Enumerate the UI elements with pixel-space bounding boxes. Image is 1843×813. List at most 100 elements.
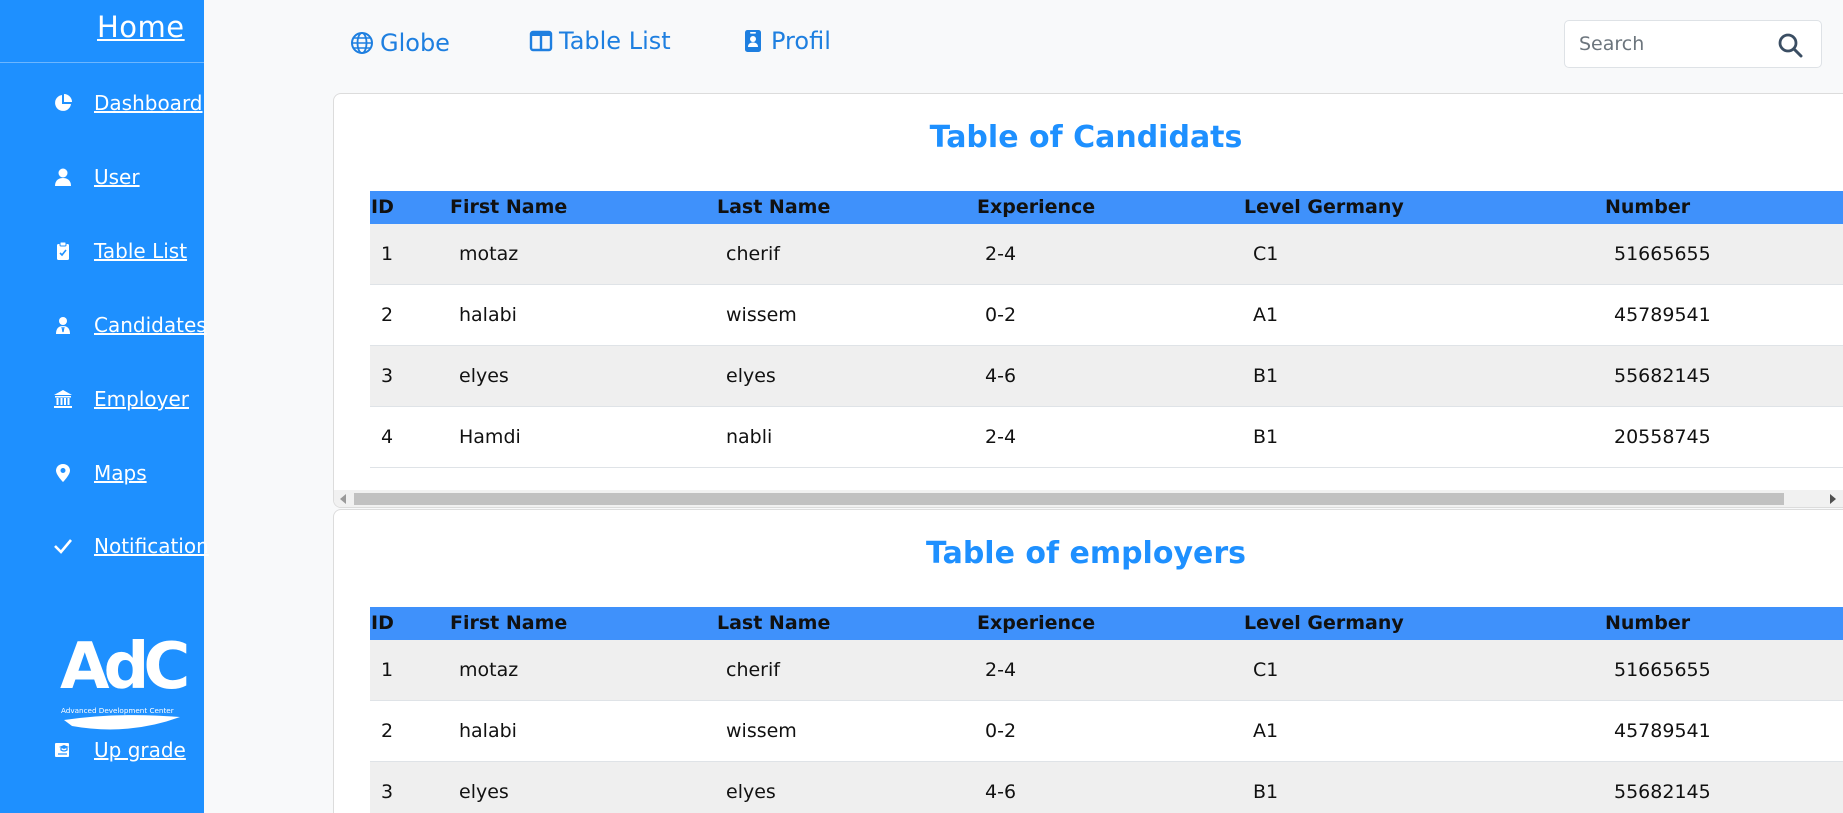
cell-last-name: cherif: [726, 243, 780, 265]
cell-first-name: Hamdi: [459, 426, 521, 448]
cell-id: 4: [381, 426, 394, 448]
table-header: ID First Name Last Name Experience Level…: [370, 191, 1843, 224]
sidebar-item-label: Table List: [94, 239, 188, 263]
candidates-table-title: Table of Candidats: [929, 120, 1243, 155]
cell-last-name: elyes: [726, 365, 776, 387]
table-row: 1 motaz cherif 2-4 C1 51665655: [370, 640, 1843, 701]
scroll-left-arrow-icon[interactable]: [340, 494, 346, 504]
cell-last-name: wissem: [726, 720, 797, 742]
candidates-table: ID First Name Last Name Experience Level…: [370, 191, 1843, 468]
cell-number: 55682145: [1614, 365, 1711, 387]
cell-number: 51665655: [1614, 659, 1711, 681]
cell-experience: 4-6: [985, 781, 1017, 803]
sidebar-item-label: Maps: [94, 461, 147, 485]
cell-id: 1: [381, 659, 394, 681]
cell-last-name: nabli: [726, 426, 773, 448]
search-input[interactable]: [1565, 33, 1765, 55]
cell-id: 2: [381, 304, 394, 326]
employers-card: Table of employers ID First Name Last Na…: [333, 509, 1843, 813]
sidebar-item-label: Employer: [94, 387, 189, 411]
cell-first-name: elyes: [459, 365, 509, 387]
table-icon: [529, 30, 553, 52]
topbar-profil[interactable]: Profil: [741, 27, 831, 55]
column-header-first-name: First Name: [450, 612, 568, 634]
column-header-id: ID: [371, 196, 394, 218]
cell-last-name: cherif: [726, 659, 780, 681]
cell-id: 3: [381, 781, 394, 803]
column-header-first-name: First Name: [450, 196, 568, 218]
cell-experience: 0-2: [985, 304, 1017, 326]
badge-icon: [745, 30, 761, 52]
cell-number: 45789541: [1614, 304, 1711, 326]
table-row: 1 motaz cherif 2-4 C1 51665655: [370, 224, 1843, 285]
cell-first-name: halabi: [459, 720, 517, 742]
users-icon: [52, 314, 74, 336]
user-icon: [52, 166, 74, 188]
sidebar-divider: [0, 62, 204, 63]
cell-id: 1: [381, 243, 394, 265]
table-row: 2 halabi wissem 0-2 A1 45789541: [370, 701, 1843, 762]
topbar-table-list[interactable]: Table List: [529, 27, 671, 55]
sidebar-item-label: Up grade: [94, 738, 186, 762]
topbar-globe[interactable]: Globe: [350, 29, 450, 57]
sidebar-item-notification[interactable]: Notification: [52, 534, 209, 558]
sidebar-item-upgrade[interactable]: Up grade: [52, 738, 186, 762]
sidebar-item-user[interactable]: User: [52, 165, 140, 189]
column-header-level-germany: Level Germany: [1244, 612, 1404, 634]
horizontal-scrollbar[interactable]: [334, 490, 1843, 507]
cell-number: 51665655: [1614, 243, 1711, 265]
column-header-number: Number: [1605, 196, 1691, 218]
topbar-profil-label: Profil: [771, 27, 831, 55]
cell-last-name: wissem: [726, 304, 797, 326]
sidebar-item-label: User: [94, 165, 140, 189]
column-header-last-name: Last Name: [717, 612, 831, 634]
scrollbar-thumb[interactable]: [354, 493, 1784, 505]
cell-first-name: elyes: [459, 781, 509, 803]
cell-level-germany: B1: [1253, 781, 1279, 803]
cell-first-name: motaz: [459, 243, 519, 265]
cell-last-name: elyes: [726, 781, 776, 803]
map-pin-icon: [52, 462, 74, 484]
table-row: 3 elyes elyes 4-6 B1 55682145: [370, 762, 1843, 813]
column-header-experience: Experience: [977, 196, 1096, 218]
pie-chart-icon: [52, 92, 74, 114]
svg-text:AdC: AdC: [60, 630, 186, 704]
sidebar-item-candidates[interactable]: Candidates: [52, 313, 207, 337]
cell-id: 2: [381, 720, 394, 742]
sidebar-item-employer[interactable]: Employer: [52, 387, 189, 411]
search-icon[interactable]: [1777, 32, 1803, 58]
cell-experience: 2-4: [985, 426, 1017, 448]
sidebar-item-label: Notification: [94, 534, 209, 558]
topbar-globe-label: Globe: [380, 29, 450, 57]
clipboard-icon: [52, 240, 74, 262]
cell-level-germany: C1: [1253, 659, 1279, 681]
cell-first-name: motaz: [459, 659, 519, 681]
topbar-table-list-label: Table List: [559, 27, 671, 55]
cell-id: 3: [381, 365, 394, 387]
cell-number: 55682145: [1614, 781, 1711, 803]
column-header-level-germany: Level Germany: [1244, 196, 1404, 218]
sidebar-item-table-list[interactable]: Table List: [52, 239, 187, 263]
cell-experience: 4-6: [985, 365, 1017, 387]
svg-text:Advanced Development Center: Advanced Development Center: [61, 706, 174, 715]
cell-level-germany: A1: [1253, 304, 1279, 326]
adc-logo: AdC Advanced Development Center: [60, 630, 188, 730]
home-link[interactable]: Home: [97, 10, 185, 44]
globe-icon: [351, 32, 373, 54]
column-header-last-name: Last Name: [717, 196, 831, 218]
candidates-card: Table of Candidats ID First Name Last Na…: [333, 93, 1843, 508]
check-icon: [52, 535, 74, 557]
sidebar-item-dashboard[interactable]: Dashboard: [52, 91, 203, 115]
cell-first-name: halabi: [459, 304, 517, 326]
scroll-right-arrow-icon[interactable]: [1830, 494, 1836, 504]
table-row: 3 elyes elyes 4-6 B1 55682145: [370, 346, 1843, 407]
sidebar-item-label: Dashboard: [94, 91, 203, 115]
table-row: 4 Hamdi nabli 2-4 B1 20558745: [370, 407, 1843, 468]
cell-level-germany: C1: [1253, 243, 1279, 265]
cell-level-germany: B1: [1253, 365, 1279, 387]
column-header-number: Number: [1605, 612, 1691, 634]
sidebar-item-label: Candidates: [94, 313, 207, 337]
sidebar-item-maps[interactable]: Maps: [52, 461, 147, 485]
search-box: [1564, 20, 1822, 68]
table-header: ID First Name Last Name Experience Level…: [370, 607, 1843, 640]
